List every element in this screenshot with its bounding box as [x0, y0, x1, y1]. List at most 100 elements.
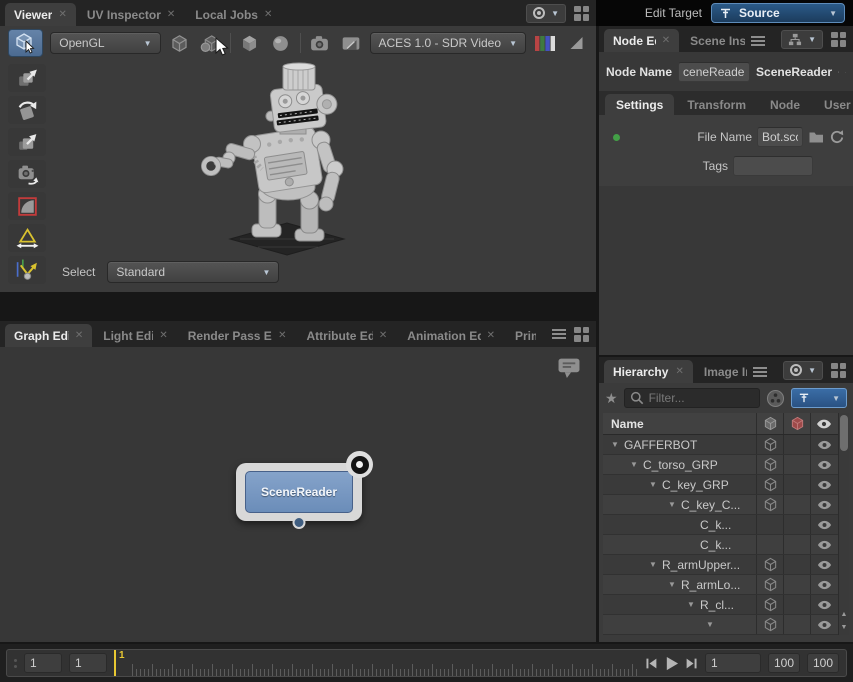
skip-to-start-icon[interactable]	[645, 657, 658, 670]
collapse-cube-button[interactable]	[199, 31, 223, 55]
tab-list-menu-icon[interactable]	[753, 367, 767, 377]
timeline-drag-handle[interactable]	[14, 659, 17, 668]
deforming-cell[interactable]	[783, 455, 810, 474]
visibility-cell[interactable]	[810, 595, 837, 614]
tags-input[interactable]	[733, 156, 813, 176]
visibility-cell[interactable]	[810, 435, 837, 454]
cube-icon[interactable]	[763, 597, 778, 612]
close-icon[interactable]: ✕	[75, 330, 83, 341]
tab-image-inspe[interactable]: Image Inspe	[695, 360, 776, 383]
light-tool-button[interactable]	[8, 224, 46, 252]
channels-button[interactable]	[533, 31, 557, 55]
geometry-cell[interactable]	[756, 615, 783, 634]
frame-start-input[interactable]	[24, 653, 62, 673]
cube-icon[interactable]	[763, 557, 778, 572]
tree-scrollbar[interactable]: ▲ ▼	[838, 413, 849, 635]
tree-row-blank[interactable]: ▼	[603, 615, 849, 635]
geometry-cell[interactable]	[756, 475, 783, 494]
camera-settings-button[interactable]	[307, 31, 331, 55]
geometry-cell[interactable]	[756, 435, 783, 454]
graph-editor-canvas[interactable]: SceneReader	[0, 347, 596, 642]
deforming-cell[interactable]	[783, 595, 810, 614]
close-icon[interactable]: ✕	[675, 366, 683, 377]
hierarchy-focus-button[interactable]: ▼	[783, 361, 823, 380]
cube-icon[interactable]	[763, 477, 778, 492]
tree-row-gafferbot[interactable]: ▼GAFFERBOT	[603, 435, 849, 455]
camera-tool-button[interactable]	[8, 160, 46, 188]
hierarchy-focus-dropdown[interactable]: ▼	[791, 388, 847, 408]
geometry-cell[interactable]	[756, 455, 783, 474]
expander-icon[interactable]: ▼	[611, 440, 624, 449]
deforming-column-header[interactable]	[783, 413, 810, 434]
visibility-cell[interactable]	[810, 615, 837, 634]
node-plug-icon[interactable]	[346, 451, 373, 478]
deforming-cell[interactable]	[783, 435, 810, 454]
range-start-input[interactable]	[768, 653, 800, 673]
section-tab-transform[interactable]: Transform	[676, 94, 757, 115]
visibility-cell[interactable]	[810, 455, 837, 474]
display-transform-dropdown[interactable]: ACES 1.0 - SDR Video ▼	[370, 32, 527, 54]
close-icon[interactable]: ✕	[278, 330, 286, 341]
node-output-port[interactable]	[293, 516, 306, 529]
shading-mode-button[interactable]	[238, 31, 262, 55]
section-tab-user[interactable]: User	[813, 94, 853, 115]
tree-row-c-key-grp[interactable]: ▼C_key_GRP	[603, 475, 849, 495]
tab-list-menu-icon[interactable]	[751, 36, 765, 46]
scene-reader-node[interactable]: SceneReader	[236, 463, 362, 521]
eye-icon[interactable]	[817, 440, 832, 450]
visibility-cell[interactable]	[810, 495, 837, 514]
eye-icon[interactable]	[817, 500, 832, 510]
node-editor-target-button[interactable]: ▼	[781, 30, 823, 49]
layout-menu-icon[interactable]	[574, 327, 589, 342]
close-icon[interactable]: ✕	[167, 9, 175, 20]
viewport-3d-model[interactable]	[180, 62, 395, 262]
expander-icon[interactable]: ▼	[649, 480, 662, 489]
layout-menu-icon[interactable]	[831, 32, 846, 47]
close-icon[interactable]: ✕	[58, 9, 66, 20]
refresh-icon[interactable]	[829, 129, 845, 145]
tab-render-pass-editor[interactable]: Render Pass Editor✕	[179, 324, 296, 347]
eye-icon[interactable]	[817, 460, 832, 470]
visibility-cell[interactable]	[810, 555, 837, 574]
deforming-cell[interactable]	[783, 535, 810, 554]
skip-to-end-icon[interactable]	[685, 657, 698, 670]
tab-uv-inspector[interactable]: UV Inspector✕	[78, 3, 184, 26]
tab-animation-editor[interactable]: Animation Editor✕	[398, 324, 504, 347]
cube-icon[interactable]	[763, 577, 778, 592]
renderer-dropdown[interactable]: OpenGL ▼	[50, 32, 160, 54]
playhead-line[interactable]	[114, 650, 116, 676]
tab-hierarchy-view[interactable]: Hierarchy View✕	[604, 360, 693, 383]
scrollbar-thumb[interactable]	[840, 415, 848, 451]
exposure-gamma-button[interactable]	[564, 31, 588, 55]
bookmark-star-icon[interactable]: ★	[605, 390, 618, 407]
tab-attribute-editor[interactable]: Attribute Editor✕	[297, 324, 396, 347]
tree-row-c-k[interactable]: ▼C_k...	[603, 515, 849, 535]
tab-viewer[interactable]: Viewer✕	[5, 3, 76, 26]
section-tab-settings[interactable]: Settings	[605, 94, 674, 115]
eye-icon[interactable]	[817, 540, 832, 550]
visibility-cell[interactable]	[810, 475, 837, 494]
tree-row-r-armlo[interactable]: ▼R_armLo...	[603, 575, 849, 595]
edit-target-dropdown[interactable]: Source ▼	[711, 3, 845, 23]
selection-tool-button[interactable]	[8, 29, 43, 57]
tab-light-editor[interactable]: Light Editor✕	[94, 324, 177, 347]
geometry-cell[interactable]	[756, 495, 783, 514]
viewer-viewport[interactable]: OpenGL ▼	[0, 26, 596, 292]
timeline-ruler[interactable]	[132, 650, 638, 676]
geometry-cell[interactable]	[756, 515, 783, 534]
expander-icon[interactable]: ▼	[668, 500, 681, 509]
select-mode-dropdown[interactable]: Standard ▼	[107, 261, 279, 283]
close-icon[interactable]: ✕	[487, 330, 495, 341]
annotation-bubble-icon[interactable]	[556, 357, 582, 379]
expander-icon[interactable]: ▼	[668, 580, 681, 589]
expansion-cube-button[interactable]	[168, 31, 192, 55]
name-column-header[interactable]: Name	[603, 417, 756, 431]
deforming-cell[interactable]	[783, 555, 810, 574]
expander-icon[interactable]: ▼	[687, 600, 700, 609]
deforming-cell[interactable]	[783, 515, 810, 534]
visibility-cell[interactable]	[810, 515, 837, 534]
eye-icon[interactable]	[817, 620, 832, 630]
tab-scene-inspecto[interactable]: Scene Inspecto	[681, 29, 774, 52]
folder-icon[interactable]	[808, 130, 824, 144]
deforming-cell[interactable]	[783, 575, 810, 594]
